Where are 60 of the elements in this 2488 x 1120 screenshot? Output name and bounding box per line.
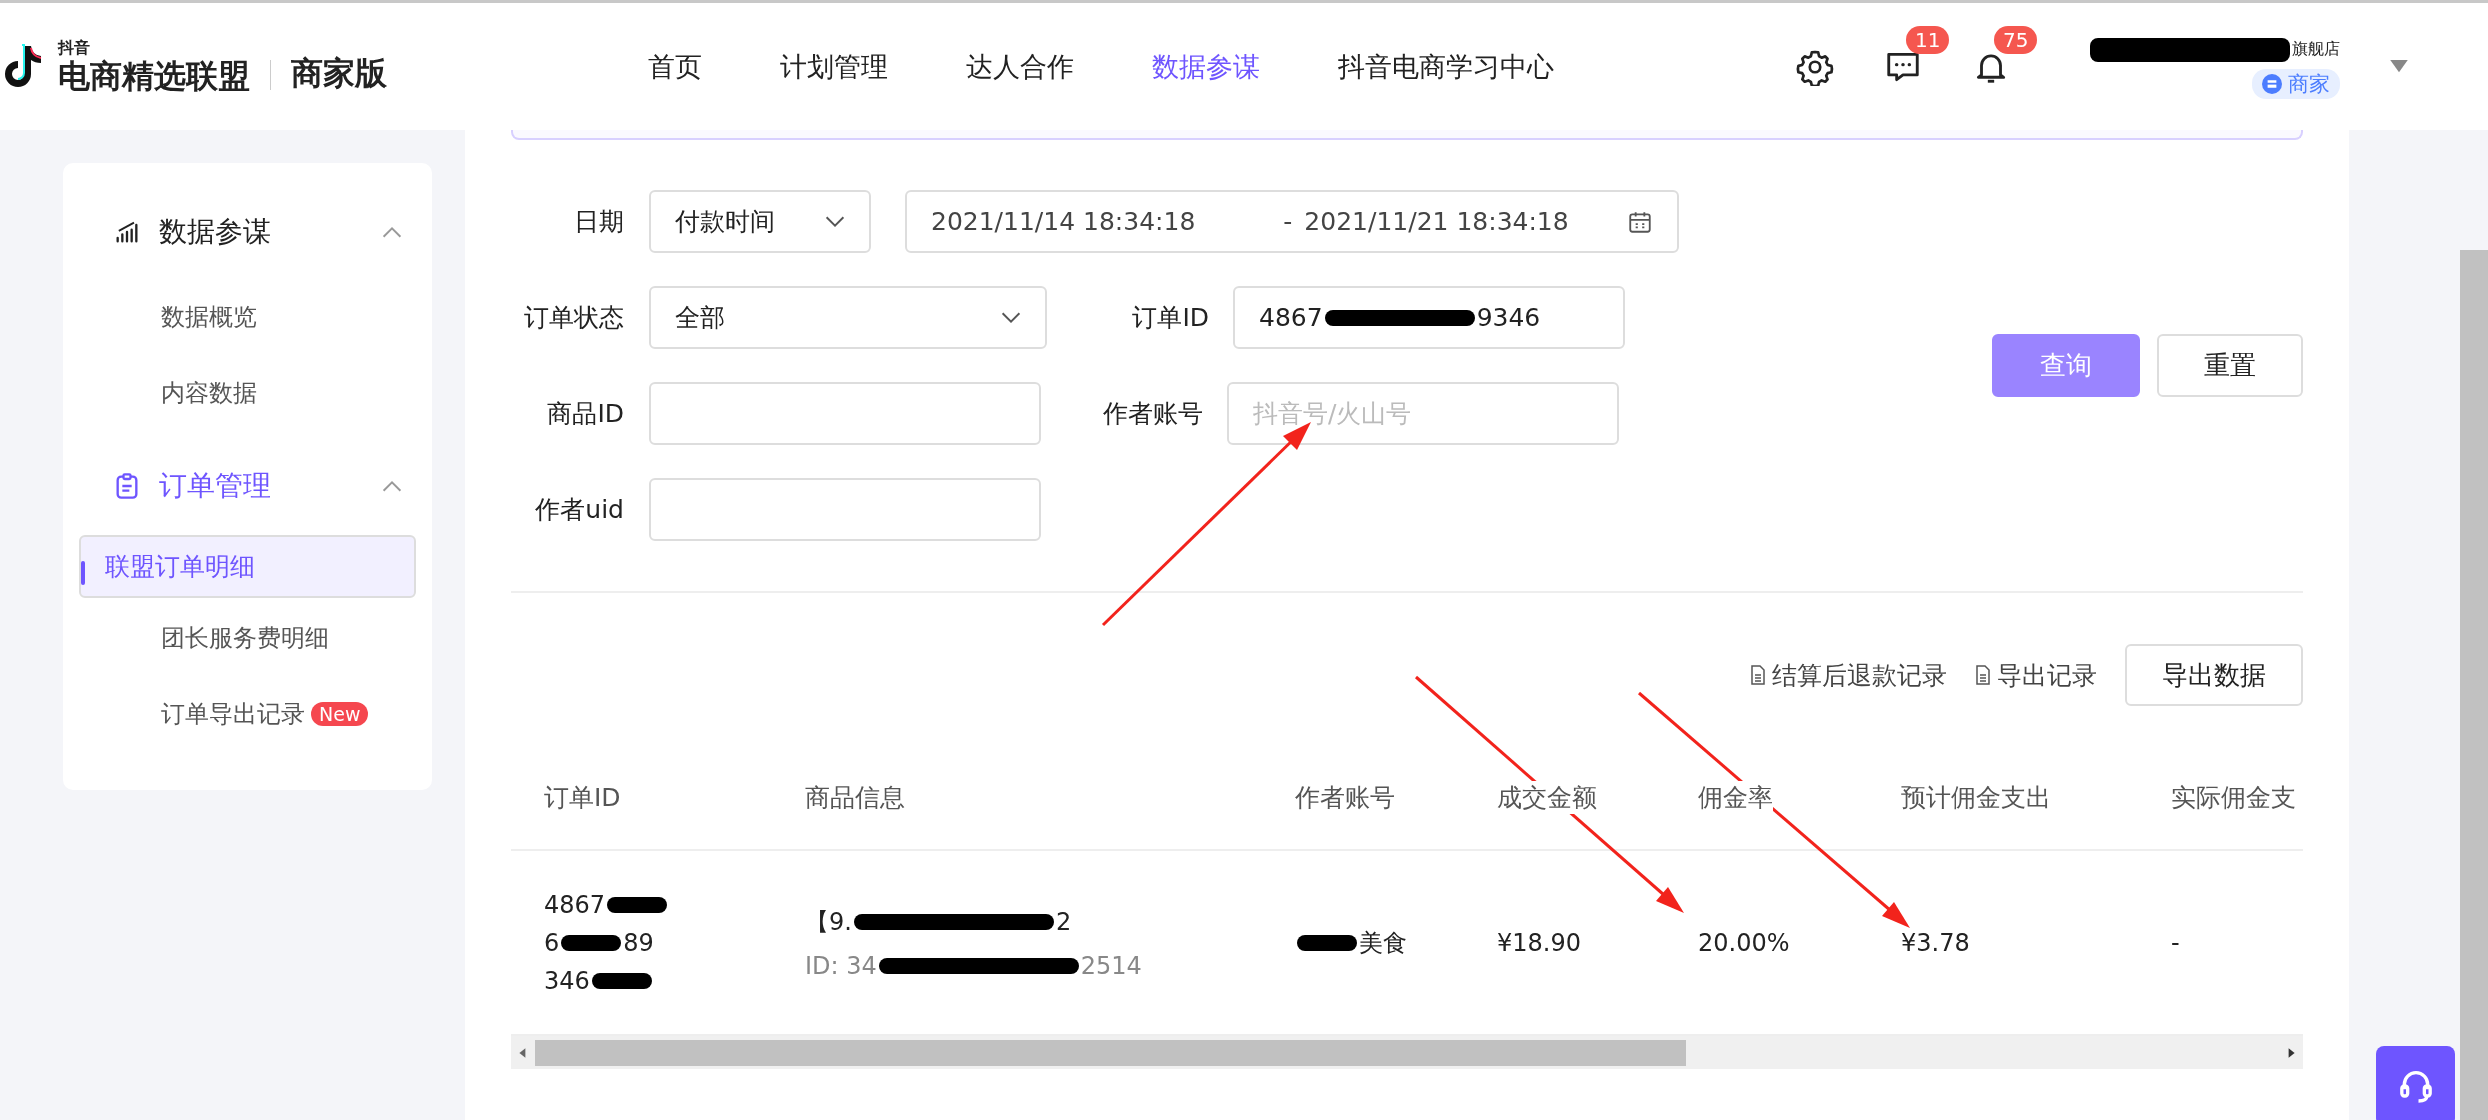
- record-link[interactable]: 导出记录: [1975, 658, 2097, 692]
- vertical-scrollbar[interactable]: [2460, 250, 2488, 1120]
- nav-link[interactable]: 首页: [648, 48, 702, 85]
- new-badge: New: [311, 702, 369, 726]
- column-header: 成交金额: [1497, 781, 1597, 814]
- horizontal-scrollbar[interactable]: [511, 1036, 2303, 1069]
- product-id-field[interactable]: [649, 382, 1041, 445]
- role-tag: 商家: [2252, 68, 2340, 99]
- customer-service-button[interactable]: [2376, 1046, 2455, 1120]
- nav-link[interactable]: 数据参谋: [1152, 48, 1260, 85]
- date-type-select[interactable]: 付款时间: [649, 190, 871, 253]
- menu-item[interactable]: 数据概览: [79, 281, 416, 353]
- logo-title: 电商精选联盟: [58, 59, 250, 95]
- order-id-line: 4867: [544, 887, 805, 922]
- menu-item[interactable]: 团长服务费明细: [79, 602, 416, 674]
- document-icon: [1750, 665, 1766, 685]
- table-cell-text: -: [2171, 928, 2181, 957]
- field-label: 作者uid: [534, 494, 624, 526]
- dropdown-caret-icon[interactable]: [2390, 59, 2408, 74]
- author-uid-field[interactable]: [649, 478, 1041, 541]
- order-id-line: 346: [544, 963, 805, 998]
- order-id-field[interactable]: 4867 9346: [1233, 286, 1625, 349]
- product-id: ID: 34 2514: [805, 950, 1142, 982]
- table-cell-text: 20.00%: [1698, 928, 1791, 957]
- store-icon: [2262, 73, 2282, 94]
- chevron-down-icon: [1001, 311, 1021, 324]
- status-select[interactable]: 全部: [649, 286, 1047, 349]
- collapse-chevron-icon: [382, 480, 402, 492]
- reset-button[interactable]: 重置: [2157, 334, 2303, 397]
- chevron-down-icon: [825, 215, 845, 228]
- field-label: 订单状态: [523, 302, 624, 334]
- author-name: 美食: [1295, 923, 1407, 962]
- nav-link[interactable]: 抖音电商学习中心: [1338, 48, 1554, 85]
- field-label: 作者账号: [1102, 398, 1203, 430]
- field-label: 日期: [573, 206, 624, 238]
- record-link[interactable]: 结算后退款记录: [1750, 658, 1947, 692]
- date-range-picker[interactable]: 2021/11/14 18:34:18 - 2021/11/21 18:34:18: [905, 190, 1679, 253]
- menu-group[interactable]: 订单管理: [79, 445, 416, 527]
- logo-edition: 商家版: [291, 52, 387, 94]
- menu-item[interactable]: 联盟订单明细: [79, 535, 416, 598]
- menu-group[interactable]: 数据参谋: [79, 191, 416, 273]
- count-badge: 11: [1906, 25, 1950, 54]
- note-logo-icon: [4, 43, 44, 90]
- author-account-field[interactable]: 抖音号/火山号: [1227, 382, 1619, 445]
- order-id-line: 6 89: [544, 927, 655, 959]
- field-label: 商品ID: [546, 398, 624, 430]
- export-button[interactable]: 导出数据: [2125, 644, 2303, 706]
- nav-link[interactable]: 达人合作: [966, 48, 1074, 85]
- logo-subtitle: 抖音: [58, 38, 91, 59]
- table-cell-text: ¥18.90: [1497, 928, 1582, 957]
- collapse-chevron-icon: [382, 226, 402, 238]
- count-badge: 75: [1994, 25, 2038, 54]
- menu-item[interactable]: 内容数据: [79, 357, 416, 429]
- document-icon: [1975, 665, 1991, 685]
- product-title: 【9. 2: [805, 906, 1073, 938]
- field-label: 订单ID: [1131, 302, 1209, 334]
- menu-item[interactable]: 订单导出记录 New: [79, 678, 416, 750]
- table-cell-text: ¥3.78: [1901, 928, 1971, 957]
- nav-link[interactable]: 计划管理: [780, 48, 888, 85]
- column-header: 佣金率: [1698, 781, 1773, 814]
